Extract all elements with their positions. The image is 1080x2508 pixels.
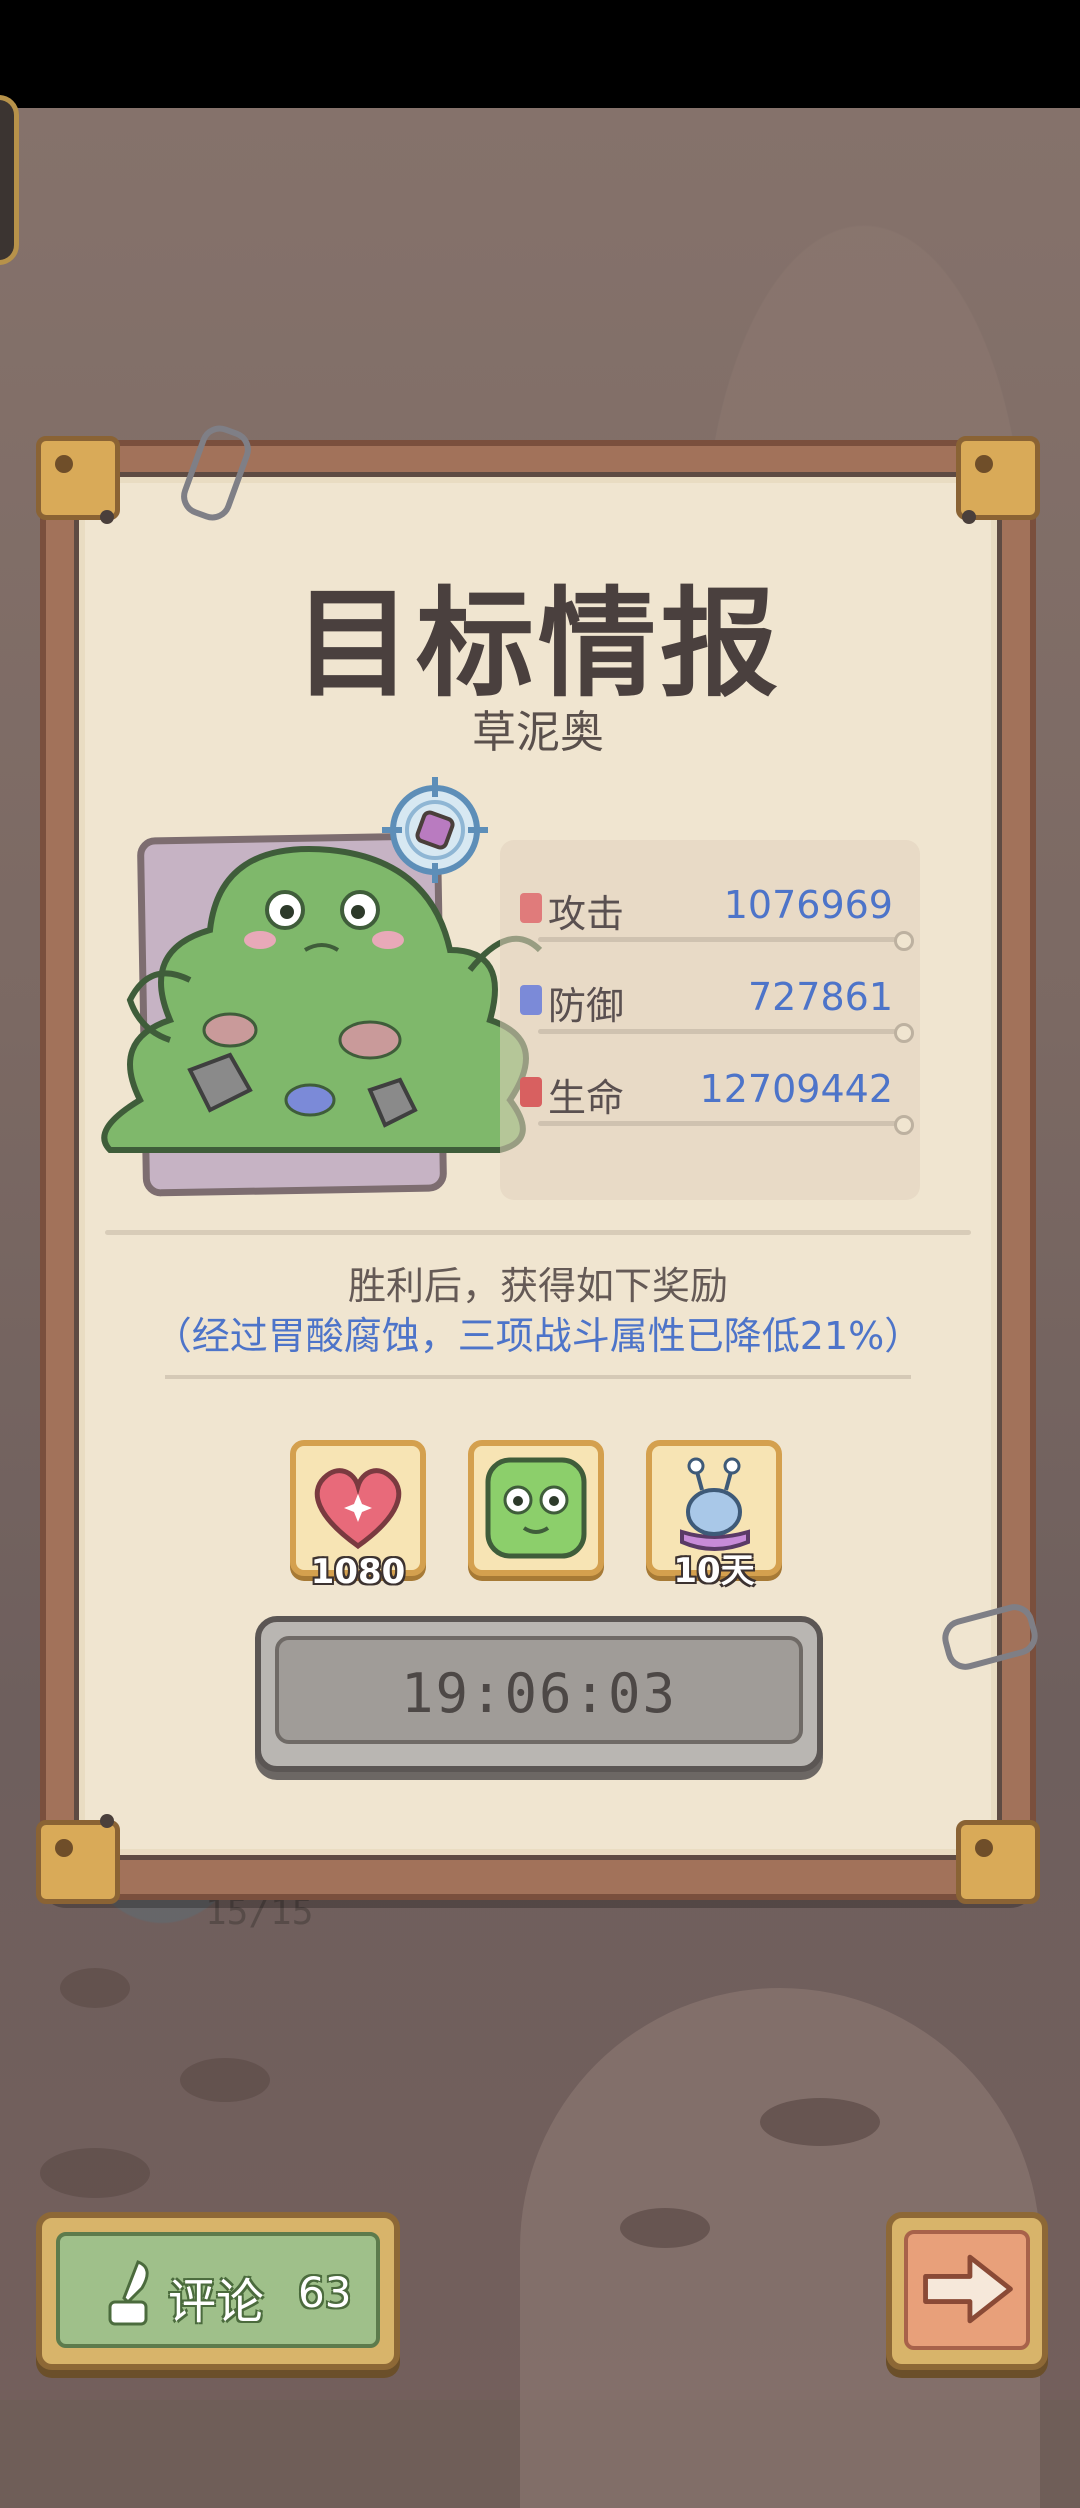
target-name: 草泥奥 — [472, 707, 604, 758]
background-stone — [620, 2208, 710, 2248]
background-stone — [180, 2058, 270, 2102]
comment-count: 63 — [298, 2268, 352, 2317]
reward-item-heart[interactable]: 1080 — [290, 1440, 426, 1592]
stat-bar — [538, 1115, 914, 1135]
stat-label: 攻击 — [548, 892, 625, 936]
stat-row-health: 生命 12709442 — [508, 1059, 928, 1135]
timer-inner: 19:06:03 — [275, 1636, 803, 1744]
next-button-face — [904, 2230, 1030, 2350]
status-bar — [0, 0, 1080, 108]
stat-value: 727861 — [747, 975, 893, 1019]
health-icon — [520, 1077, 542, 1107]
background-stone — [760, 2098, 880, 2146]
reward-title: 胜利后，获得如下奖励 — [347, 1264, 728, 1308]
side-tab-handle[interactable] — [0, 95, 19, 265]
reward-count: 1080 — [310, 1552, 406, 1592]
countdown-timer-button[interactable]: 19:06:03 — [255, 1616, 823, 1772]
pin-icon — [100, 1814, 114, 1828]
comment-label: 评论 — [168, 2274, 265, 2330]
comment-button[interactable]: 评论 63 — [36, 2212, 400, 2370]
reward-item-slime[interactable] — [468, 1440, 604, 1576]
stat-value: 1076969 — [723, 883, 893, 927]
stat-bar — [538, 931, 914, 951]
arrow-right-icon — [923, 2254, 1013, 2324]
green-slime-icon — [485, 1457, 587, 1559]
panel-corner-top-left — [36, 436, 120, 520]
sword-icon — [520, 893, 542, 923]
background-stone — [40, 2148, 150, 2198]
shield-icon — [520, 985, 542, 1015]
note-underline — [165, 1375, 911, 1379]
next-button[interactable] — [886, 2212, 1048, 2370]
timer-value: 19:06:03 — [400, 1662, 678, 1725]
crosshair-target-icon — [382, 777, 488, 883]
panel-corner-top-right — [956, 436, 1040, 520]
stat-label: 防御 — [548, 984, 625, 1028]
stat-bar — [538, 1023, 914, 1043]
reward-count: 10天 — [673, 1551, 755, 1591]
panel-corner-bottom-right — [956, 1820, 1040, 1904]
background-stone — [60, 1968, 130, 2008]
panel-title: 目标情报 — [293, 575, 782, 713]
stat-value: 12709442 — [699, 1067, 893, 1111]
stat-row-attack: 攻击 1076969 — [508, 875, 928, 951]
reward-note: （经过胃酸腐蚀，三项战斗属性已降低21%） — [153, 1314, 923, 1358]
comment-button-face: 评论 63 — [56, 2232, 380, 2348]
pin-icon — [962, 510, 976, 524]
stat-label: 生命 — [548, 1076, 625, 1120]
pin-icon — [100, 510, 114, 524]
reward-item-snail[interactable]: 10天 — [646, 1440, 782, 1591]
panel-corner-bottom-left — [36, 1820, 120, 1904]
stat-row-defense: 防御 727861 — [508, 967, 928, 1043]
slime-monster-icon — [101, 846, 543, 1153]
section-divider — [105, 1230, 971, 1235]
target-info-panel: 目标情报 草泥奥 攻击 1076969 防御 727861 生命 1270944… — [36, 419, 1043, 1904]
quill-ink-icon — [108, 2260, 149, 2326]
